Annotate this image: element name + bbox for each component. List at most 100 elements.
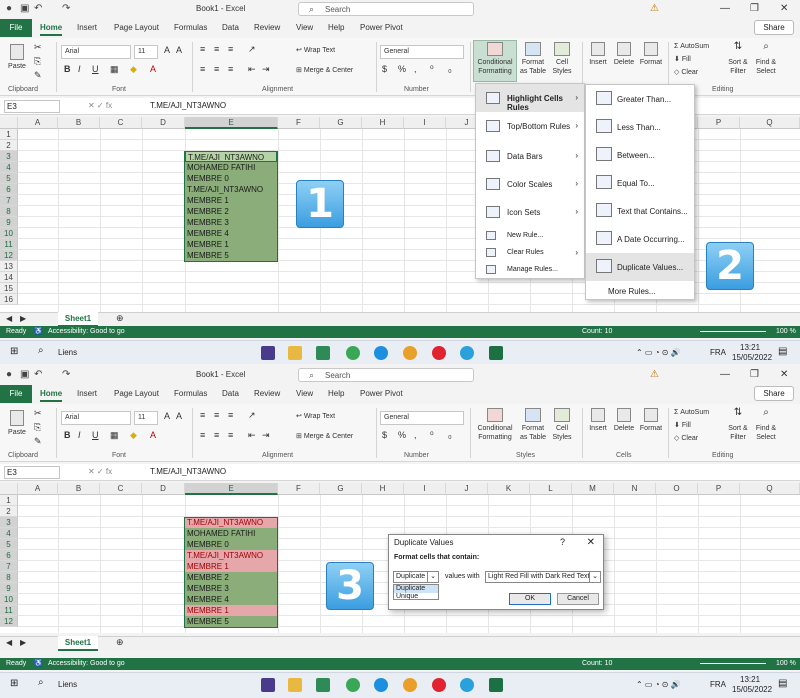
hcr-menu-item-0[interactable]: Greater Than... [586,85,694,113]
cf-menu-item-0[interactable]: Highlight Cells Rules › [476,84,584,112]
name-box[interactable]: E3 [4,100,60,113]
notification-icon[interactable]: ▤ [778,678,787,689]
currency-icon[interactable]: $ [382,430,387,440]
column-header-m[interactable]: M [572,483,614,495]
copy-icon[interactable]: ⎘ [34,56,41,67]
cell-e12[interactable]: MEMBRE 5 [185,616,277,627]
hcr-menu-item-5[interactable]: A Date Occurring... [586,225,694,253]
row-header-16[interactable]: 16 [0,294,18,305]
fill-button[interactable]: ⬇ Fill [674,421,691,430]
insert-cells-button[interactable]: Insert [586,408,610,433]
shrink-font-icon[interactable]: A [176,45,182,55]
cf-menu-item-7[interactable]: Manage Rules... [476,262,584,279]
wrap-text-button[interactable]: ↩ Wrap Text [296,46,335,55]
cell-e11[interactable]: MEMBRE 1 [185,239,277,250]
column-header-f[interactable]: F [278,117,320,129]
delete-cells-button[interactable]: Delete [612,408,636,433]
clear-button[interactable]: ◇ Clear [674,434,698,443]
clock-time[interactable]: 13:21 [740,675,760,684]
column-header-d[interactable]: D [142,117,185,129]
merge-center-button[interactable]: ⊞ Merge & Center [296,432,353,441]
comma-icon[interactable]: , [414,430,417,440]
autosave-icon[interactable]: ● [6,369,12,380]
undo-icon[interactable]: ↶ [34,3,42,14]
column-header-g[interactable]: G [320,117,362,129]
tab-formulas[interactable]: Formulas [174,389,207,398]
bold-icon[interactable]: B [64,64,71,74]
column-header-q[interactable]: Q [740,117,800,129]
close-icon[interactable]: ✕ [780,369,788,380]
restore-icon[interactable]: ❐ [750,3,759,14]
orientation-icon[interactable]: ↗ [248,44,256,55]
cut-icon[interactable]: ✂ [34,408,42,419]
help-icon[interactable]: ? [560,537,565,547]
find-select-button[interactable]: ⌕ Find & Select [752,42,780,76]
comma-icon[interactable]: , [414,64,417,74]
align-left-icon[interactable]: ≡ [200,64,205,74]
bold-icon[interactable]: B [64,430,71,440]
column-header-e[interactable]: E [185,117,278,129]
app-icon[interactable] [261,346,275,360]
edge-icon[interactable] [374,678,388,692]
decrease-decimal-icon[interactable]: ₀ [448,430,452,440]
row-header-12[interactable]: 12 [0,616,18,627]
ok-button[interactable]: OK [509,593,551,605]
prev-sheet-icon[interactable]: ◀ [6,638,12,647]
search-box[interactable]: ⌕ Search [298,368,474,382]
sheet-tab[interactable]: Sheet1 [58,636,98,651]
row-header-2[interactable]: 2 [0,506,18,517]
column-header-d[interactable]: D [142,483,185,495]
app-icon[interactable] [261,678,275,692]
status-accessibility[interactable]: Accessibility: Good to go [48,326,125,338]
formula-input[interactable]: T.ME/AJI_NT3AWNO [150,467,226,476]
formula-input[interactable]: T.ME/AJI_NT3AWNO [150,101,226,110]
row-header-8[interactable]: 8 [0,206,18,217]
accessibility-icon[interactable]: ♿ [34,658,43,670]
column-header-c[interactable]: C [100,117,142,129]
row-header-5[interactable]: 5 [0,173,18,184]
tab-help[interactable]: Help [328,23,344,32]
autosum-button[interactable]: Σ AutoSum [674,42,709,51]
cell-e6[interactable]: T.ME/AJI_NT3AWNO [185,550,277,561]
fill-color-icon[interactable]: ◆ [130,430,137,441]
row-header-4[interactable]: 4 [0,162,18,173]
number-format-box[interactable]: General [380,411,464,425]
format-as-table-button[interactable]: Format as Table [518,42,548,76]
next-sheet-icon[interactable]: ▶ [20,638,26,647]
autosum-button[interactable]: Σ AutoSum [674,408,709,417]
font-name-box[interactable]: Arial [61,411,131,425]
zoom-level[interactable]: 100 % [776,658,796,670]
shrink-font-icon[interactable]: A [176,411,182,421]
row-header-12[interactable]: 12 [0,250,18,261]
next-sheet-icon[interactable]: ▶ [20,314,26,323]
option-duplicate[interactable]: Duplicate [394,585,438,593]
align-middle-icon[interactable]: ≡ [214,44,219,54]
row-header-8[interactable]: 8 [0,572,18,583]
align-bottom-icon[interactable]: ≡ [228,44,233,54]
row-header-6[interactable]: 6 [0,550,18,561]
prev-sheet-icon[interactable]: ◀ [6,314,12,323]
column-header-n[interactable]: N [614,483,656,495]
duplicate-unique-select[interactable]: Duplicate ⌄ [393,571,439,583]
save-icon[interactable]: ▣ [20,3,29,14]
maps-icon[interactable] [346,678,360,692]
column-header-g[interactable]: G [320,483,362,495]
column-header-c[interactable]: C [100,483,142,495]
paste-button[interactable]: Paste [6,410,28,437]
conditional-formatting-button[interactable]: Conditional Formatting [474,408,516,442]
excel-taskbar-icon[interactable] [489,678,503,692]
cf-menu-item-1[interactable]: Top/Bottom Rules › [476,112,584,140]
add-sheet-icon[interactable]: ⊕ [116,637,124,648]
row-header-2[interactable]: 2 [0,140,18,151]
hcr-menu-item-1[interactable]: Less Than... [586,113,694,141]
align-top-icon[interactable]: ≡ [200,44,205,54]
row-header-3[interactable]: 3 [0,151,18,162]
cell-e11[interactable]: MEMBRE 1 [185,605,277,616]
cell-e9[interactable]: MEMBRE 3 [185,583,277,594]
tab-file[interactable]: File [0,19,32,37]
name-box[interactable]: E3 [4,466,60,479]
column-header-q[interactable]: Q [740,483,800,495]
format-as-table-button[interactable]: Format as Table [518,408,548,442]
column-header-i[interactable]: I [404,483,446,495]
language-indicator[interactable]: FRA [710,348,726,357]
